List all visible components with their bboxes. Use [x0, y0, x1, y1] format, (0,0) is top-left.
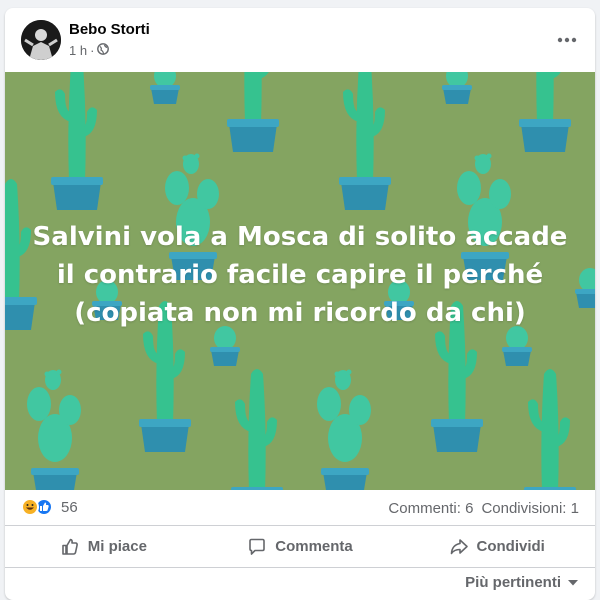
haha-icon	[21, 498, 39, 516]
engagement-counts: Commenti: 6 Condivisioni: 1	[388, 500, 579, 517]
comment-sort-dropdown[interactable]: Più pertinenti	[465, 574, 579, 591]
post-header: Bebo Storti 1 h ·	[5, 8, 595, 72]
comment-label: Commenta	[275, 538, 353, 555]
post-text-line: il contrario facile capire il perché	[56, 260, 544, 290]
post-text-line: (copiata non mi ricordo da chi)	[74, 298, 526, 328]
post-text: Salvini vola a Mosca di solito accade il…	[5, 218, 595, 332]
more-horizontal-icon	[557, 37, 577, 43]
share-label: Condividi	[476, 538, 545, 555]
share-button[interactable]: Condividi	[398, 526, 595, 567]
avatar-image	[21, 20, 61, 60]
share-icon	[450, 538, 468, 554]
reaction-count: 56	[61, 498, 78, 516]
sort-label: Più pertinenti	[465, 574, 561, 591]
thumbs-up-icon	[61, 538, 78, 555]
post-background-image[interactable]: Salvini vola a Mosca di solito accade il…	[5, 72, 595, 490]
shares-count[interactable]: Condivisioni: 1	[481, 500, 579, 517]
author-name[interactable]: Bebo Storti	[69, 21, 150, 38]
comment-icon	[249, 538, 266, 555]
post-actions: Mi piace Commenta Condividi	[5, 526, 595, 568]
like-label: Mi piace	[87, 538, 147, 555]
comment-button[interactable]: Commenta	[202, 526, 399, 567]
post-text-line: Salvini vola a Mosca di solito accade	[32, 222, 568, 252]
like-button[interactable]: Mi piace	[5, 526, 202, 567]
chevron-down-icon	[568, 579, 578, 585]
post-meta: 1 h ·	[69, 43, 110, 58]
comments-count[interactable]: Commenti: 6	[388, 500, 473, 517]
post-time[interactable]: 1 h	[69, 43, 87, 58]
post-card: Bebo Storti 1 h · Salvini vola a Mosca d…	[5, 8, 595, 600]
more-options-button[interactable]	[553, 28, 581, 52]
author-avatar[interactable]	[21, 20, 61, 60]
globe-icon	[97, 43, 110, 58]
reactions-summary[interactable]: 56	[21, 498, 78, 516]
post-stats: 56 Commenti: 6 Condivisioni: 1	[5, 490, 595, 526]
meta-separator: ·	[90, 43, 95, 58]
